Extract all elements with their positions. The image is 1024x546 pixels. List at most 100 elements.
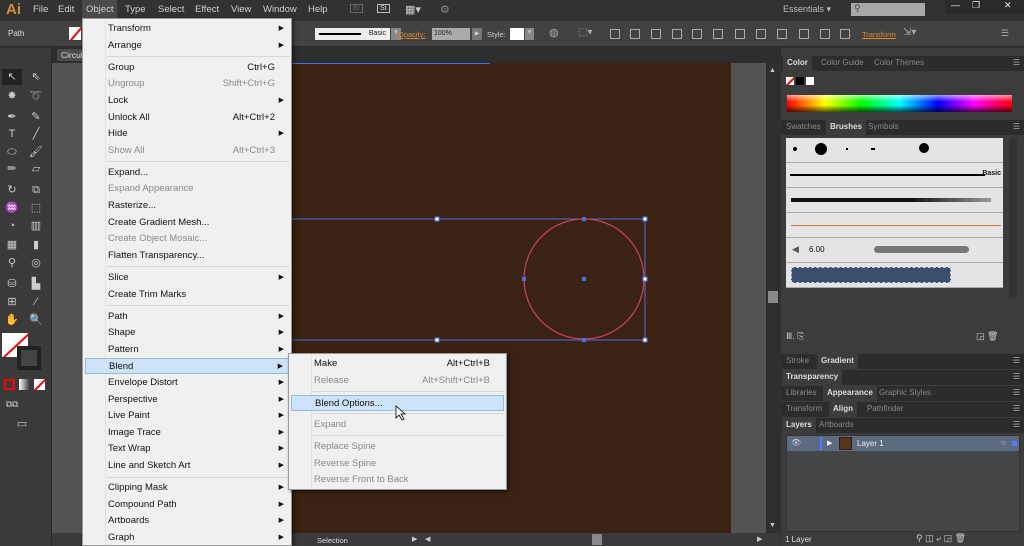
panel-menu-icon[interactable]: ☰ xyxy=(1013,58,1020,67)
tab-swatches[interactable]: Swatches xyxy=(786,122,821,131)
color-mode-icon[interactable] xyxy=(4,379,15,390)
menu-item-envelope-distort[interactable]: Envelope Distort ▶ xyxy=(85,375,289,391)
menu-item-expand[interactable]: Expand... xyxy=(85,165,289,181)
scroll-thumb[interactable] xyxy=(768,291,778,303)
line-tool-icon[interactable]: ╱ xyxy=(26,126,46,142)
menu-item-show-all[interactable]: Show All Alt+Ctrl+3 xyxy=(85,143,289,159)
menu-item-shape[interactable]: Shape ▶ xyxy=(85,325,289,341)
tab-artboards[interactable]: Artboards xyxy=(819,420,854,429)
panel-menu-icon[interactable]: ☰ xyxy=(1013,404,1020,413)
tab-color[interactable]: Color xyxy=(783,56,812,71)
menu-item-live-paint[interactable]: Live Paint ▶ xyxy=(85,408,289,424)
distribute-middle-icon[interactable] xyxy=(756,29,766,39)
tab-appearance[interactable]: Appearance xyxy=(823,386,877,401)
fill-swatch[interactable] xyxy=(69,27,81,40)
selection-indicator[interactable] xyxy=(1012,441,1017,446)
menu-item-create-trim-marks[interactable]: Create Trim Marks xyxy=(85,287,289,303)
warp-tool-icon[interactable]: ♒ xyxy=(2,200,22,216)
menu-view[interactable]: View xyxy=(231,4,251,15)
free-transform-tool-icon[interactable]: ⬚ xyxy=(26,200,46,216)
layer-row[interactable]: 👁 ▶ Layer 1 ○ xyxy=(787,436,1019,451)
gradient-mode-icon[interactable] xyxy=(19,379,30,390)
tab-brushes[interactable]: Brushes xyxy=(826,120,867,135)
menu-item-rasterize[interactable]: Rasterize... xyxy=(85,198,289,214)
scroll-down-icon[interactable]: ▼ xyxy=(769,522,776,529)
selection-tool-icon[interactable]: ↖ xyxy=(2,69,22,85)
distribute-center-icon[interactable] xyxy=(820,29,830,39)
lasso-tool-icon[interactable]: ➰ xyxy=(26,88,46,104)
menu-item-reverse-front-to-back[interactable]: Reverse Front to Back xyxy=(291,472,504,488)
menu-item-transform[interactable]: Transform ▶ xyxy=(85,21,289,37)
menu-item-hide[interactable]: Hide ▶ xyxy=(85,126,289,142)
layers-actions-icon[interactable]: ⚲ ◫ ⤶ ◲ 🗑 xyxy=(916,533,966,544)
distribute-right-icon[interactable] xyxy=(840,29,850,39)
gpu-performance-icon[interactable]: ⚙ xyxy=(440,3,450,16)
shape-builder-tool-icon[interactable]: ◔ xyxy=(2,218,22,234)
blend-tool-icon[interactable]: ◎ xyxy=(26,255,46,271)
menu-type[interactable]: Type xyxy=(125,4,146,15)
panel-menu-icon[interactable]: ☰ xyxy=(1001,28,1009,39)
close-button[interactable]: ✕ xyxy=(1004,0,1012,11)
menu-item-artboards[interactable]: Artboards ▶ xyxy=(85,513,289,529)
brushes-scrollbar[interactable] xyxy=(1009,138,1017,298)
zoom-tool-icon[interactable]: 🔍 xyxy=(26,312,46,328)
opacity-input[interactable]: 100% xyxy=(432,28,470,40)
restore-button[interactable]: ❐ xyxy=(972,0,980,11)
tab-align[interactable]: Align xyxy=(829,402,857,417)
menu-item-perspective[interactable]: Perspective ▶ xyxy=(85,392,289,408)
brush-item[interactable] xyxy=(919,143,929,153)
menu-item-ungroup[interactable]: Ungroup Shift+Ctrl+G xyxy=(85,76,289,92)
menu-item-reverse-spine[interactable]: Reverse Spine xyxy=(291,456,504,472)
arrange-documents-icon[interactable]: ▦▾ xyxy=(405,3,421,16)
pen-tool-icon[interactable]: ✒ xyxy=(2,109,22,125)
mesh-tool-icon[interactable]: ▦ xyxy=(2,237,22,253)
align-left-icon[interactable] xyxy=(610,29,620,39)
hand-tool-icon[interactable]: ✋ xyxy=(2,312,22,328)
tab-symbols[interactable]: Symbols xyxy=(868,122,899,131)
menu-item-group[interactable]: Group Ctrl+G xyxy=(85,60,289,76)
align-bottom-icon[interactable] xyxy=(713,29,723,39)
none-swatch[interactable] xyxy=(786,77,794,85)
status-menu-icon[interactable]: ▶ xyxy=(412,535,417,543)
paintbrush-tool-icon[interactable]: 🖌 xyxy=(26,144,46,160)
stroke-color-swatch[interactable] xyxy=(17,346,41,370)
tab-graphic-styles[interactable]: Graphic Styles xyxy=(879,388,931,397)
tab-libraries[interactable]: Libraries xyxy=(786,388,817,397)
distribute-bottom-icon[interactable] xyxy=(777,29,787,39)
panel-menu-icon[interactable]: ☰ xyxy=(1013,372,1020,381)
brush-row-basic[interactable]: Basic xyxy=(786,163,1003,188)
tab-stroke[interactable]: Stroke xyxy=(786,356,809,365)
menu-item-blend[interactable]: Blend ▶ xyxy=(85,358,289,375)
brush-row-round[interactable] xyxy=(786,138,1003,163)
tab-pathfinder[interactable]: Pathfinder xyxy=(867,404,903,413)
brush-item[interactable] xyxy=(815,143,827,155)
menu-item-lock[interactable]: Lock ▶ xyxy=(85,93,289,109)
align-top-icon[interactable] xyxy=(672,29,682,39)
search-input[interactable]: ⚲ xyxy=(851,3,925,16)
none-mode-icon[interactable] xyxy=(34,379,45,390)
align-to-icon[interactable]: ⬚▾ xyxy=(578,27,592,38)
vertical-scrollbar[interactable]: ▲ ▼ xyxy=(766,63,780,533)
menu-item-expand-appearance[interactable]: Expand Appearance xyxy=(85,181,289,197)
panel-menu-icon[interactable]: ☰ xyxy=(1013,420,1020,429)
eraser-tool-icon[interactable]: ▱ xyxy=(26,161,46,177)
rotate-tool-icon[interactable]: ↻ xyxy=(2,182,22,198)
menu-file[interactable]: File xyxy=(33,4,48,15)
expand-triangle-icon[interactable]: ▶ xyxy=(827,439,832,447)
menu-item-release[interactable]: Release Alt+Shift+Ctrl+B xyxy=(291,373,504,389)
brush-row-charcoal[interactable] xyxy=(786,188,1003,213)
menu-item-pattern[interactable]: Pattern ▶ xyxy=(85,342,289,358)
stock-button[interactable]: St xyxy=(377,4,390,13)
brush-item[interactable] xyxy=(871,148,875,150)
scale-tool-icon[interactable]: ⧉ xyxy=(26,182,46,198)
menu-item-line-and-sketch-art[interactable]: Line and Sketch Art ▶ xyxy=(85,458,289,474)
tab-transparency[interactable]: Transparency xyxy=(782,370,843,385)
menu-item-arrange[interactable]: Arrange ▶ xyxy=(85,38,289,54)
brush-row-bristle[interactable]: ◀ 6.00 xyxy=(786,238,1003,263)
menu-help[interactable]: Help xyxy=(308,4,328,15)
menu-item-slice[interactable]: Slice ▶ xyxy=(85,270,289,286)
horizontal-scroll-thumb[interactable] xyxy=(592,534,602,545)
menu-item-replace-spine[interactable]: Replace Spine xyxy=(291,439,504,455)
menu-item-flatten-transparency[interactable]: Flatten Transparency... xyxy=(85,248,289,264)
brush-libraries-icon[interactable]: Ⅲ. ⎘ xyxy=(786,331,804,342)
